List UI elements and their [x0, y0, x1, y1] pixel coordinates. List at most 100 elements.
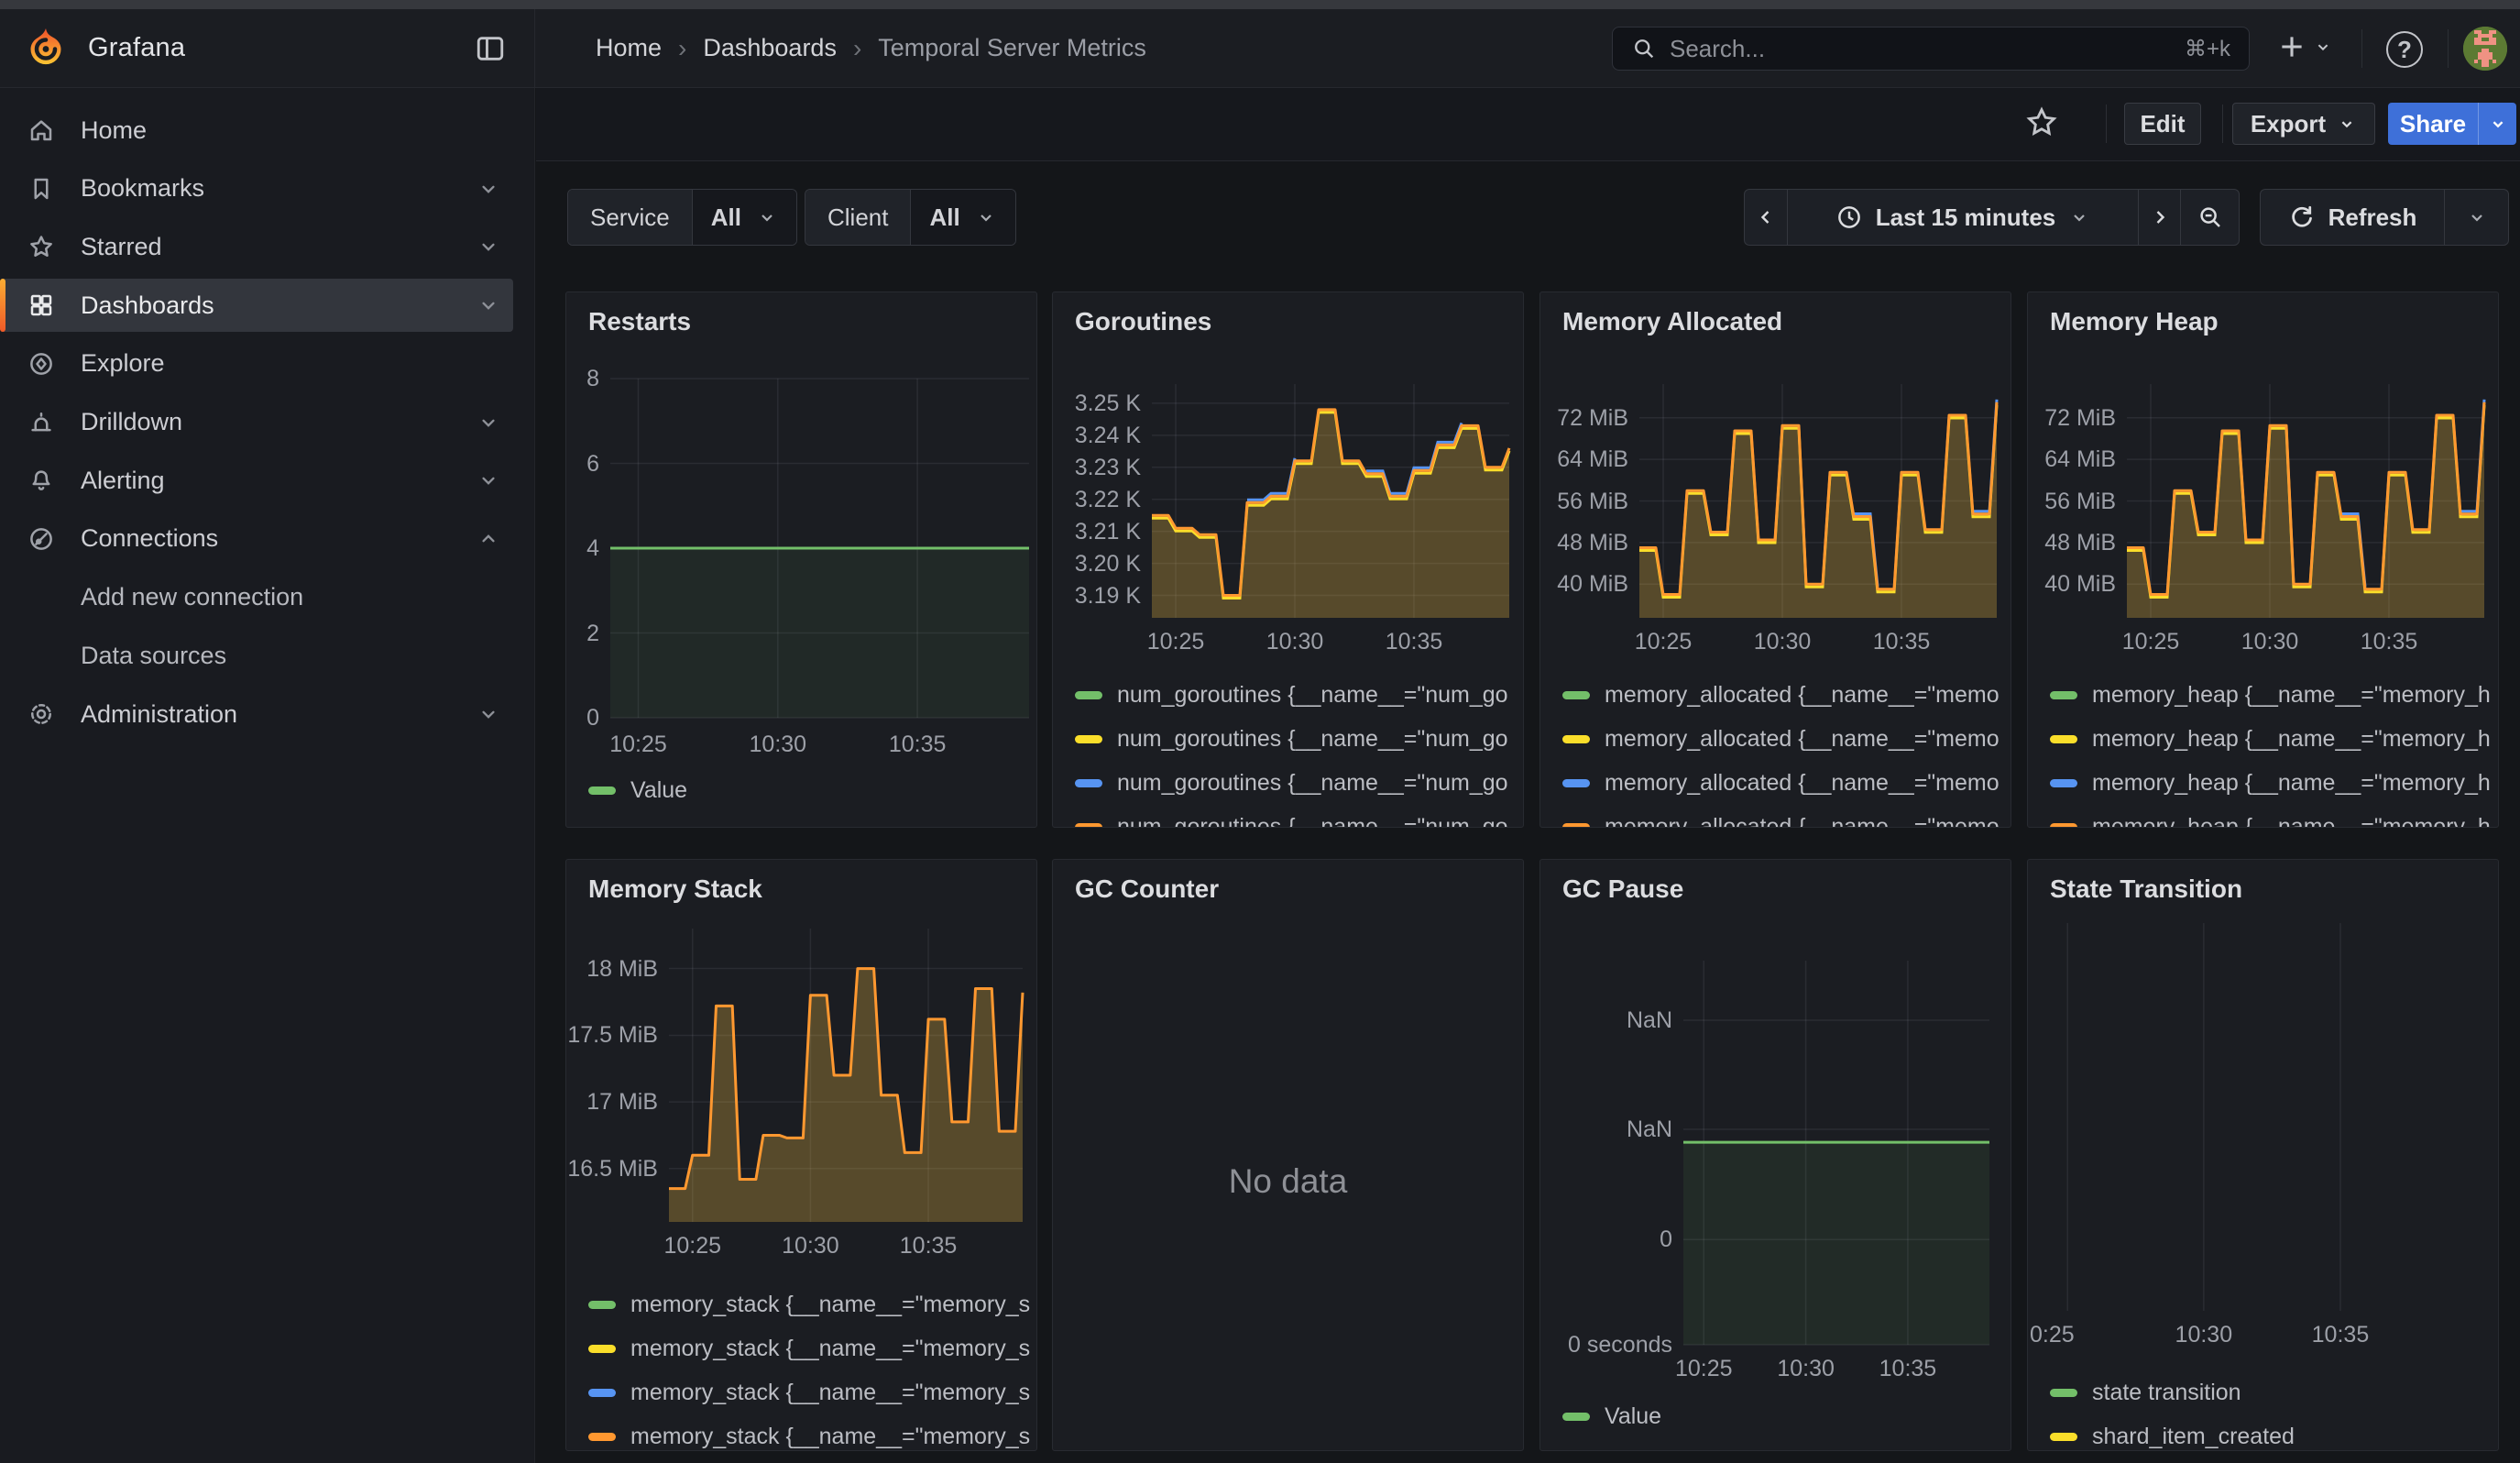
legend-series-label: num_goroutines {__name__="num_go — [1117, 770, 1508, 797]
export-button-label: Export — [2251, 110, 2326, 138]
chevron-down-icon[interactable] — [477, 293, 500, 317]
legend-item[interactable]: Value — [588, 776, 687, 804]
y-axis-tick-label: 48 MiB — [2028, 529, 2116, 556]
refresh-controls: Refresh — [2260, 189, 2509, 246]
chevron-right-icon — [2149, 206, 2171, 228]
chevron-down-icon — [2313, 37, 2333, 57]
toolbar-divider — [2222, 104, 2223, 143]
help-icon[interactable]: ? — [2386, 31, 2423, 68]
topbar-brand-section: Grafana — [0, 9, 535, 87]
panel-title[interactable]: GC Pause — [1562, 874, 1683, 904]
panel-goroutines: Goroutines 3.25 K3.24 K3.23 K3.22 K3.21 … — [1052, 292, 1524, 828]
legend-item[interactable]: memory_stack {__name__="memory_s — [588, 1423, 1030, 1450]
breadcrumb-dashboards[interactable]: Dashboards — [703, 34, 837, 62]
legend-item[interactable]: memory_heap {__name__="memory_h — [2050, 681, 2491, 709]
panel-title[interactable]: State Transition — [2050, 874, 2242, 904]
sidebar-item-connections[interactable]: Connections — [0, 512, 513, 566]
panel-title[interactable]: Goroutines — [1075, 307, 1211, 336]
sidebar-item-add-new-connection[interactable]: Add new connection — [0, 571, 513, 624]
y-axis-tick-label: 0 — [1548, 1226, 1672, 1253]
legend-item[interactable]: memory_heap {__name__="memory_h — [2050, 813, 2491, 828]
legend-series-swatch — [1562, 1413, 1590, 1421]
legend-item[interactable]: num_goroutines {__name__="num_go — [1075, 813, 1508, 828]
dock-menu-toggle-icon[interactable] — [475, 33, 506, 64]
sidebar-item-label: Bookmarks — [81, 174, 204, 203]
legend-item[interactable]: state transition — [2050, 1379, 2241, 1406]
legend-series-label: Value — [630, 777, 687, 804]
legend-item[interactable]: memory_stack {__name__="memory_s — [588, 1335, 1030, 1362]
sidebar-item-administration[interactable]: Administration — [0, 688, 513, 741]
client-filter-value[interactable]: All — [911, 190, 1014, 245]
panel-title[interactable]: Memory Stack — [588, 874, 762, 904]
legend-series-label: num_goroutines {__name__="num_go — [1117, 814, 1508, 829]
legend-item[interactable]: memory_stack {__name__="memory_s — [588, 1379, 1030, 1406]
panel-title[interactable]: Memory Allocated — [1562, 307, 1782, 336]
service-filter-value[interactable]: All — [693, 190, 796, 245]
time-range-picker[interactable]: Last 15 minutes — [1787, 190, 2138, 245]
client-filter[interactable]: Client All — [805, 189, 1016, 246]
legend-item[interactable]: num_goroutines {__name__="num_go — [1075, 725, 1508, 753]
chevron-down-icon[interactable] — [477, 702, 500, 726]
sidebar-item-starred[interactable]: Starred — [0, 220, 513, 273]
bell-icon — [27, 467, 55, 494]
x-axis-tick-label: 10:30 — [2206, 628, 2334, 655]
legend-series-swatch — [588, 1301, 616, 1309]
legend-item[interactable]: num_goroutines {__name__="num_go — [1075, 769, 1508, 797]
x-axis-tick-label: 10:35 — [864, 1232, 992, 1260]
sidebar-item-data-sources[interactable]: Data sources — [0, 629, 513, 682]
legend-item[interactable]: memory_allocated {__name__="memo — [1562, 681, 2000, 709]
sidebar-item-drilldown[interactable]: Drilldown — [0, 396, 513, 449]
refresh-button-label: Refresh — [2328, 204, 2417, 232]
legend-item[interactable]: Value — [1562, 1402, 1661, 1430]
dashboard-toolbar: Edit Export Share — [536, 88, 2520, 161]
y-axis-tick-label: 40 MiB — [2028, 570, 2116, 598]
panel-title[interactable]: Memory Heap — [2050, 307, 2219, 336]
legend-item[interactable]: memory_stack {__name__="memory_s — [588, 1291, 1030, 1318]
export-button[interactable]: Export — [2232, 103, 2375, 145]
legend-item[interactable]: memory_allocated {__name__="memo — [1562, 725, 2000, 753]
sidebar-item-home[interactable]: Home — [0, 104, 513, 157]
chevron-down-icon[interactable] — [477, 468, 500, 492]
chevron-up-icon[interactable] — [477, 527, 500, 551]
legend-item[interactable]: memory_allocated {__name__="memo — [1562, 769, 2000, 797]
y-axis-tick-label: 3.22 K — [1053, 486, 1141, 513]
edit-button[interactable]: Edit — [2124, 103, 2201, 145]
y-axis-tick-label: 72 MiB — [1540, 404, 1628, 432]
legend-item[interactable]: shard_item_created — [2050, 1423, 2295, 1450]
legend-series-swatch — [2050, 779, 2077, 787]
refresh-button[interactable]: Refresh — [2261, 190, 2444, 245]
legend-item[interactable]: memory_heap {__name__="memory_h — [2050, 725, 2491, 753]
x-axis-tick-label: 10:35 — [2325, 628, 2453, 655]
sidebar-item-alerting[interactable]: Alerting — [0, 454, 513, 507]
x-axis-tick-label: 10:35 — [2276, 1321, 2405, 1348]
legend-item[interactable]: memory_heap {__name__="memory_h — [2050, 769, 2491, 797]
favorite-star-icon[interactable] — [2024, 104, 2059, 139]
panel-title[interactable]: GC Counter — [1075, 874, 1219, 904]
share-dropdown-caret[interactable] — [2478, 103, 2516, 145]
chevron-down-icon[interactable] — [477, 235, 500, 258]
time-shift-forward-button[interactable] — [2138, 190, 2180, 245]
avatar[interactable] — [2463, 27, 2507, 71]
sidebar-item-dashboards[interactable]: Dashboards — [0, 279, 513, 332]
grafana-logo-icon[interactable] — [24, 27, 68, 71]
panel-title[interactable]: Restarts — [588, 307, 691, 336]
chevron-down-icon[interactable] — [477, 177, 500, 201]
legend-series-swatch — [1562, 691, 1590, 699]
sidebar-item-explore[interactable]: Explore — [0, 337, 513, 390]
breadcrumb-home[interactable]: Home — [596, 34, 662, 62]
sidebar-item-bookmarks[interactable]: Bookmarks — [0, 162, 513, 215]
legend-item[interactable]: num_goroutines {__name__="num_go — [1075, 681, 1508, 709]
share-button[interactable]: Share — [2388, 103, 2478, 145]
breadcrumb-separator: › — [678, 34, 686, 63]
panel-gc-pause: GC Pause NaNNaN00 seconds10:2510:3010:35… — [1539, 859, 2011, 1451]
chart-plot — [669, 929, 1023, 1222]
legend-item[interactable]: memory_allocated {__name__="memo — [1562, 813, 2000, 828]
add-new-button[interactable] — [2276, 31, 2333, 62]
service-filter[interactable]: Service All — [567, 189, 797, 246]
search-input[interactable]: Search... ⌘+k — [1612, 27, 2250, 71]
zoom-out-button[interactable] — [2180, 190, 2239, 245]
time-shift-back-button[interactable] — [1745, 190, 1787, 245]
refresh-interval-caret[interactable] — [2444, 190, 2508, 245]
sidebar-item-label: Home — [81, 116, 147, 145]
chevron-down-icon[interactable] — [477, 411, 500, 434]
